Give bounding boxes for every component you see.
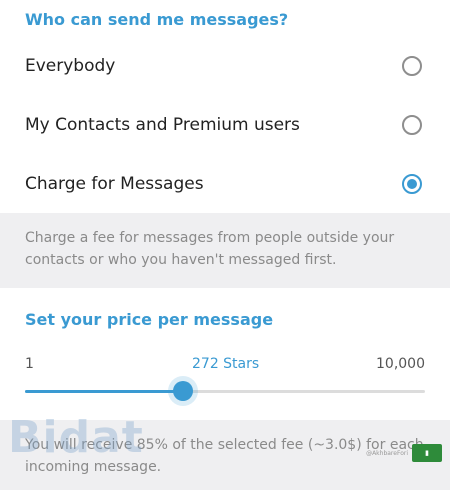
- option-charge-for-messages-label: Charge for Messages: [25, 174, 204, 194]
- watermark-logo: Bidat: [8, 412, 144, 463]
- price-slider-thumb[interactable]: [173, 381, 193, 401]
- option-charge-for-messages[interactable]: Charge for Messages: [0, 155, 450, 213]
- price-slider-fill: [25, 390, 183, 393]
- option-contacts-premium[interactable]: My Contacts and Premium users: [0, 96, 450, 154]
- option-everybody-label: Everybody: [25, 56, 116, 76]
- radio-contacts-premium[interactable]: [402, 115, 422, 135]
- price-per-message-header: Set your price per message: [25, 310, 274, 329]
- radio-charge-for-messages[interactable]: [402, 174, 422, 194]
- news-logo-badge: ▮: [412, 444, 442, 462]
- slider-current-value: 272 Stars: [192, 356, 260, 372]
- charge-info-text: Charge a fee for messages from people ou…: [0, 213, 450, 288]
- who-can-message-header: Who can send me messages?: [25, 10, 289, 29]
- price-slider-track[interactable]: [25, 381, 425, 401]
- radio-everybody[interactable]: [402, 56, 422, 76]
- option-everybody[interactable]: Everybody: [0, 37, 450, 95]
- price-slider-labels: 1 272 Stars 10,000: [25, 356, 425, 376]
- slider-min-label: 1: [25, 356, 34, 372]
- watermark-credit: @AkhbareFori: [366, 450, 408, 457]
- slider-max-label: 10,000: [376, 356, 425, 372]
- option-contacts-premium-label: My Contacts and Premium users: [25, 115, 300, 135]
